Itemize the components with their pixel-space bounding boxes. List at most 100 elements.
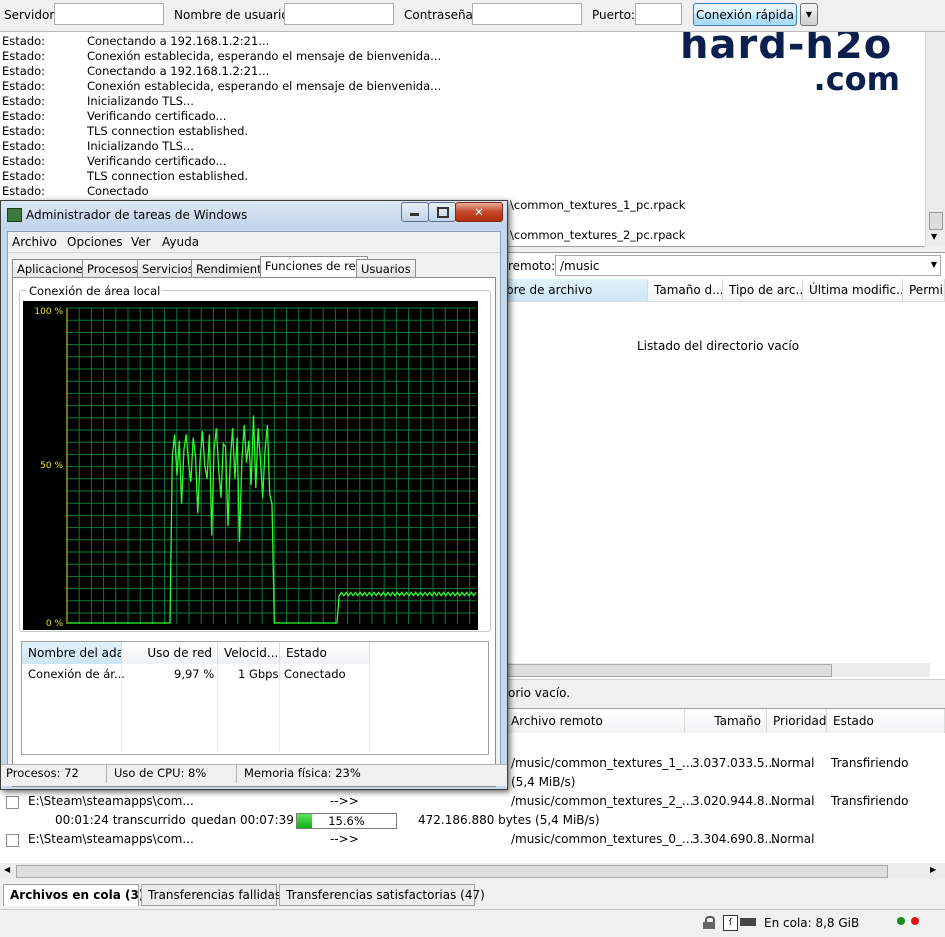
- minimize-button[interactable]: [401, 202, 429, 222]
- col-network-usage[interactable]: Uso de red: [122, 642, 218, 664]
- y-tick-label: 50 %: [40, 461, 63, 471]
- remote-path-value: /music: [560, 259, 600, 273]
- col-queue-size[interactable]: Tamaño: [685, 709, 767, 733]
- table-row[interactable]: Conexión de ár... 9,97 % 1 Gbps Conectad…: [22, 664, 488, 684]
- quickconnect-dropdown[interactable]: ▼: [800, 3, 818, 26]
- tab-successful-transfers[interactable]: Transferencias satisfactorias (47): [279, 884, 485, 906]
- progress-bar: 15.6%: [296, 813, 397, 829]
- log-status-label: Estado:: [2, 154, 46, 168]
- log-message: Inicializando TLS...: [87, 94, 194, 108]
- log-status-label: Estado:: [2, 34, 46, 48]
- maximize-button[interactable]: [428, 202, 456, 222]
- log-status-label: Estado:: [2, 94, 46, 108]
- log-status-label: Estado:: [2, 49, 46, 63]
- quickconnect-bar: Servidor: Nombre de usuario: Contraseña:…: [0, 0, 945, 32]
- tab-queued-files[interactable]: Archivos en cola (3): [3, 884, 144, 906]
- menu-ayuda[interactable]: Ayuda: [162, 235, 199, 249]
- watermark-logo: hard-h2o .com: [680, 32, 900, 98]
- task-manager-app-icon: [7, 208, 22, 222]
- tab-funciones-de-red[interactable]: Funciones de red: [260, 256, 369, 278]
- password-input[interactable]: [472, 3, 582, 25]
- chevron-down-icon: ▼: [930, 260, 937, 269]
- username-input[interactable]: [284, 3, 394, 25]
- log-status-label: Estado:: [2, 109, 46, 123]
- cpu-usage: Uso de CPU: 8%: [109, 764, 237, 783]
- activity-led-green-icon: [897, 917, 905, 925]
- row-checkbox[interactable]: [6, 834, 19, 847]
- adapter-state-cell: Conectado: [284, 667, 346, 681]
- menu-archivo[interactable]: Archivo: [12, 235, 57, 249]
- server-label: Servidor:: [4, 8, 59, 22]
- priority-cell: Normal: [771, 794, 815, 808]
- remote-hscrollbar[interactable]: [500, 663, 930, 677]
- row-checkbox[interactable]: [6, 796, 19, 809]
- empty-listing-text: Listado del directorio vacío: [637, 339, 800, 353]
- direction-arrow: -->>: [330, 832, 359, 846]
- menu-ver[interactable]: Ver: [131, 235, 151, 249]
- process-count: Procesos: 72: [1, 764, 107, 783]
- log-message: Conectado: [87, 184, 149, 198]
- quickconnect-button[interactable]: Conexión rápida: [693, 3, 797, 26]
- queue-hscrollbar[interactable]: ◀ ▶: [0, 863, 945, 879]
- state-cell: Transfiriendo: [831, 756, 909, 770]
- menu-opciones[interactable]: Opciones: [67, 235, 123, 249]
- tab-servicios[interactable]: Servicios: [137, 259, 199, 278]
- scrollbar-thumb[interactable]: [929, 212, 943, 230]
- col-size[interactable]: Tamaño d...: [648, 279, 723, 301]
- tab-failed-transfers[interactable]: Transferencias fallidas: [141, 884, 281, 906]
- remote-path-combobox[interactable]: /music ▼: [555, 255, 941, 276]
- log-tail-line: \common_textures_1_pc.rpack: [510, 198, 686, 212]
- col-priority[interactable]: Prioridad: [767, 709, 827, 733]
- scrollbar-thumb[interactable]: [500, 664, 832, 677]
- server-input[interactable]: [54, 3, 164, 25]
- col-filename[interactable]: bre de archivo: [500, 279, 648, 301]
- remote-file-cell: /music/common_textures_2_...: [511, 794, 694, 808]
- status-bar: ſ En cola: 8,8 GiB: [0, 909, 945, 937]
- remote-status-bar: orio vacío.: [500, 679, 945, 706]
- log-status-label: Estado:: [2, 64, 46, 78]
- rate-cell: (5,4 MiB/s): [511, 775, 576, 789]
- col-type[interactable]: Tipo de arc...: [723, 279, 803, 301]
- task-manager-body: Archivo Opciones Ver Ayuda Aplicaciones …: [7, 231, 501, 787]
- col-remote-file[interactable]: Archivo remoto: [505, 709, 685, 733]
- physical-memory: Memoria física: 23%: [244, 766, 361, 780]
- col-permissions[interactable]: Permi: [903, 279, 945, 301]
- log-message: Conexión establecida, esperando el mensa…: [87, 49, 442, 63]
- maximize-icon: [437, 207, 449, 218]
- table-row[interactable]: E:\Steam\steamapps\com... -->> /music/co…: [0, 792, 945, 811]
- remote-file-cell: /music/common_textures_1_...: [511, 756, 694, 770]
- remote-pane: remoto: /music ▼ bre de archivo Tamaño d…: [500, 252, 945, 679]
- tab-usuarios[interactable]: Usuarios: [356, 259, 416, 278]
- table-row[interactable]: E:\Steam\steamapps\com... -->> /music/co…: [0, 830, 945, 849]
- task-manager-title: Administrador de tareas de Windows: [26, 208, 248, 222]
- elapsed-time: 00:01:24 transcurrido: [55, 813, 186, 827]
- tab-procesos[interactable]: Procesos: [82, 259, 143, 278]
- username-label: Nombre de usuario:: [174, 8, 293, 22]
- chevron-left-icon[interactable]: ◀: [4, 865, 10, 874]
- log-scrollbar[interactable]: ▼: [925, 32, 945, 246]
- col-modified[interactable]: Última modific...: [803, 279, 903, 301]
- task-manager-window[interactable]: Administrador de tareas de Windows ✕ Arc…: [0, 200, 508, 790]
- chevron-down-icon[interactable]: ▼: [931, 232, 937, 241]
- lock-icon: [703, 916, 715, 929]
- network-usage-chart: 100 % 50 % 0 %: [23, 301, 478, 630]
- chevron-right-icon[interactable]: ▶: [930, 865, 936, 874]
- col-adapter-state[interactable]: Estado: [280, 642, 370, 664]
- local-file-cell: E:\Steam\steamapps\com...: [28, 832, 194, 846]
- log-status-label: Estado:: [2, 139, 46, 153]
- scrollbar-thumb[interactable]: [16, 865, 888, 878]
- col-adapter-name[interactable]: Nombre del ada...: [22, 642, 122, 664]
- sftp-icon: ſ: [723, 915, 738, 931]
- log-message: Verificando certificado...: [87, 109, 227, 123]
- port-label: Puerto:: [592, 8, 636, 22]
- port-input[interactable]: [635, 3, 682, 25]
- col-state[interactable]: Estado: [827, 709, 945, 733]
- task-manager-titlebar[interactable]: Administrador de tareas de Windows ✕: [1, 201, 507, 229]
- close-button[interactable]: ✕: [455, 202, 503, 222]
- size-cell: 3.020.944.8...: [692, 794, 776, 808]
- log-message: Inicializando TLS...: [87, 139, 194, 153]
- col-link-speed[interactable]: Velocid...: [218, 642, 280, 664]
- direction-arrow: -->>: [330, 794, 359, 808]
- log-status-label: Estado:: [2, 169, 46, 183]
- remote-file-cell: /music/common_textures_0_...: [511, 832, 694, 846]
